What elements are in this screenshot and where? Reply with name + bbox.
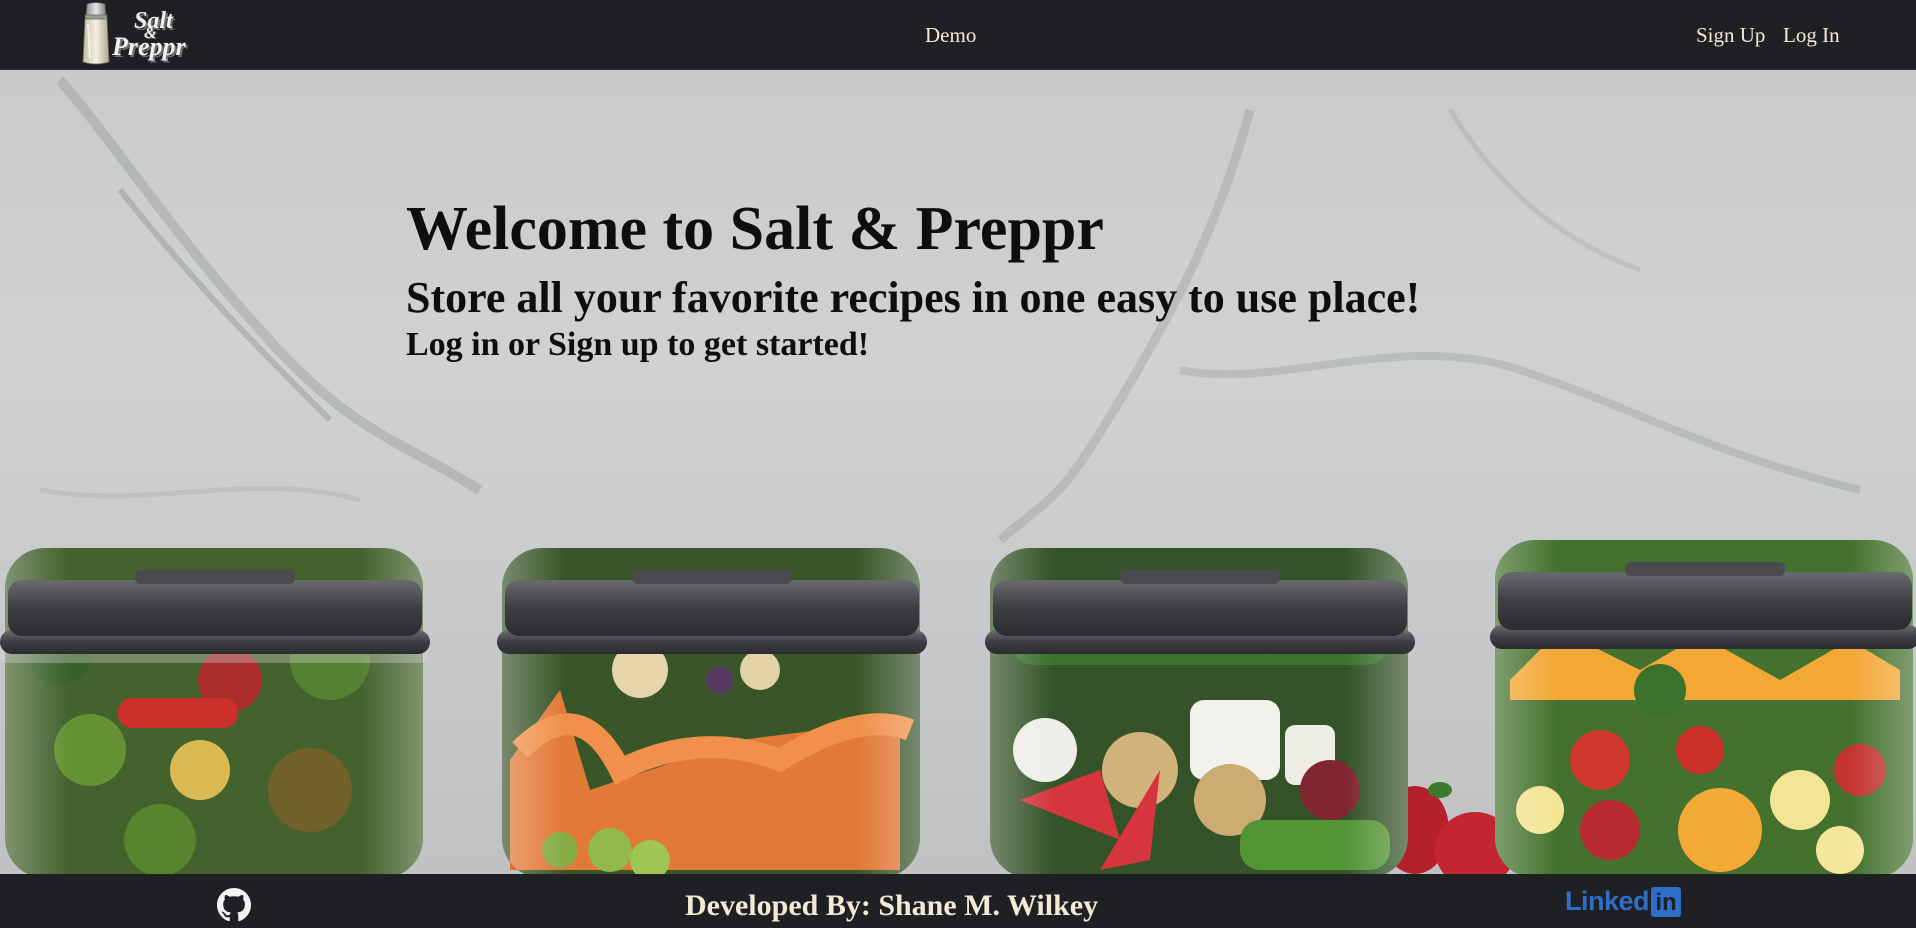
logo-text-preppr: Preppr — [112, 32, 186, 61]
hero-subtitle: Store all your favorite recipes in one e… — [406, 273, 1421, 322]
hero-section: Welcome to Salt & Preppr Store all your … — [0, 70, 1916, 874]
github-icon — [217, 888, 251, 922]
hero-title: Welcome to Salt & Preppr — [406, 195, 1104, 263]
salt-shaker-icon — [82, 2, 110, 65]
hero-call-to-action: Log in or Sign up to get started! — [406, 326, 870, 363]
nav-login-link[interactable]: Log In — [1783, 23, 1840, 48]
nav-demo-link[interactable]: Demo — [925, 23, 976, 48]
linkedin-in-badge: in — [1651, 886, 1682, 917]
nav-signup-link[interactable]: Sign Up — [1696, 23, 1765, 48]
top-navbar: Salt & Preppr Demo Sign Up Log In — [0, 0, 1916, 70]
developer-credit: Developed By: Shane M. Wilkey — [685, 889, 1099, 922]
salad-jars-background-image — [0, 76, 1916, 874]
linkedin-logo-icon: Linked — [1565, 886, 1650, 916]
linkedin-link[interactable]: Linked in — [1565, 886, 1682, 920]
salt-and-preppr-logo[interactable]: Salt & Preppr — [78, 2, 210, 66]
footer: Developed By: Shane M. Wilkey Linked in — [0, 874, 1916, 928]
github-link[interactable] — [217, 888, 251, 922]
